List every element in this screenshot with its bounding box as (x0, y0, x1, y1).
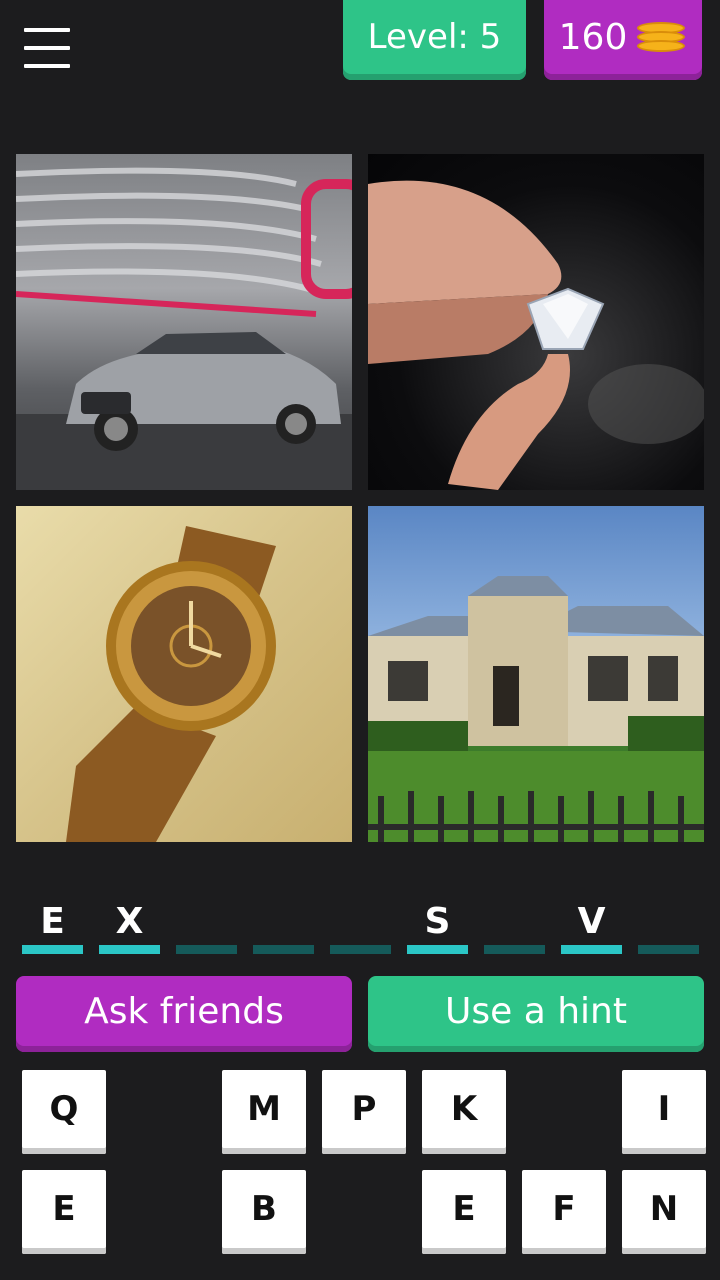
answer-slot[interactable] (253, 896, 314, 958)
answer-slot-underline (638, 945, 699, 954)
answer-slot[interactable]: S (407, 896, 468, 958)
letter-key[interactable]: E (22, 1170, 106, 1254)
letter-key[interactable]: N (622, 1170, 706, 1254)
coin-count: 160 (558, 16, 628, 58)
hamburger-menu-icon[interactable] (24, 28, 70, 68)
coin-stack-icon (635, 18, 687, 56)
photo-mansion[interactable] (368, 506, 704, 842)
level-badge[interactable]: Level: 5 (343, 0, 526, 80)
answer-slot-letter: S (424, 901, 451, 942)
ask-friends-button[interactable]: Ask friends (16, 976, 352, 1052)
answer-slot-underline (176, 945, 237, 954)
answer-slot[interactable] (638, 896, 699, 958)
letter-key[interactable]: B (222, 1170, 306, 1254)
letter-key[interactable]: M (222, 1070, 306, 1154)
letter-key[interactable]: E (422, 1170, 506, 1254)
answer-slot-letter: V (577, 901, 606, 942)
photo-gold-watch[interactable] (16, 506, 352, 842)
answer-slot[interactable] (484, 896, 545, 958)
letter-key[interactable]: P (322, 1070, 406, 1154)
answer-slot[interactable]: X (99, 896, 160, 958)
answer-slot-underline (22, 945, 83, 954)
answer-slots: EXSV (22, 896, 702, 960)
answer-slot[interactable]: E (22, 896, 83, 958)
answer-slot-underline (253, 945, 314, 954)
answer-slot-underline (99, 945, 160, 954)
answer-slot[interactable] (330, 896, 391, 958)
answer-slot-underline (484, 945, 545, 954)
answer-slot[interactable] (176, 896, 237, 958)
answer-slot-underline (407, 945, 468, 954)
letter-key[interactable]: F (522, 1170, 606, 1254)
coins-badge[interactable]: 160 (544, 0, 702, 80)
photo-luxury-car[interactable] (16, 154, 352, 490)
letter-key[interactable]: K (422, 1070, 506, 1154)
letter-key[interactable]: I (622, 1070, 706, 1154)
answer-slot-underline (561, 945, 622, 954)
photo-diamond[interactable] (368, 154, 704, 490)
use-hint-button[interactable]: Use a hint (368, 976, 704, 1052)
answer-slot-letter: E (40, 901, 65, 942)
answer-slot-letter: X (115, 901, 144, 942)
answer-slot-underline (330, 945, 391, 954)
answer-slot[interactable]: V (561, 896, 622, 958)
letter-key[interactable]: Q (22, 1070, 106, 1154)
